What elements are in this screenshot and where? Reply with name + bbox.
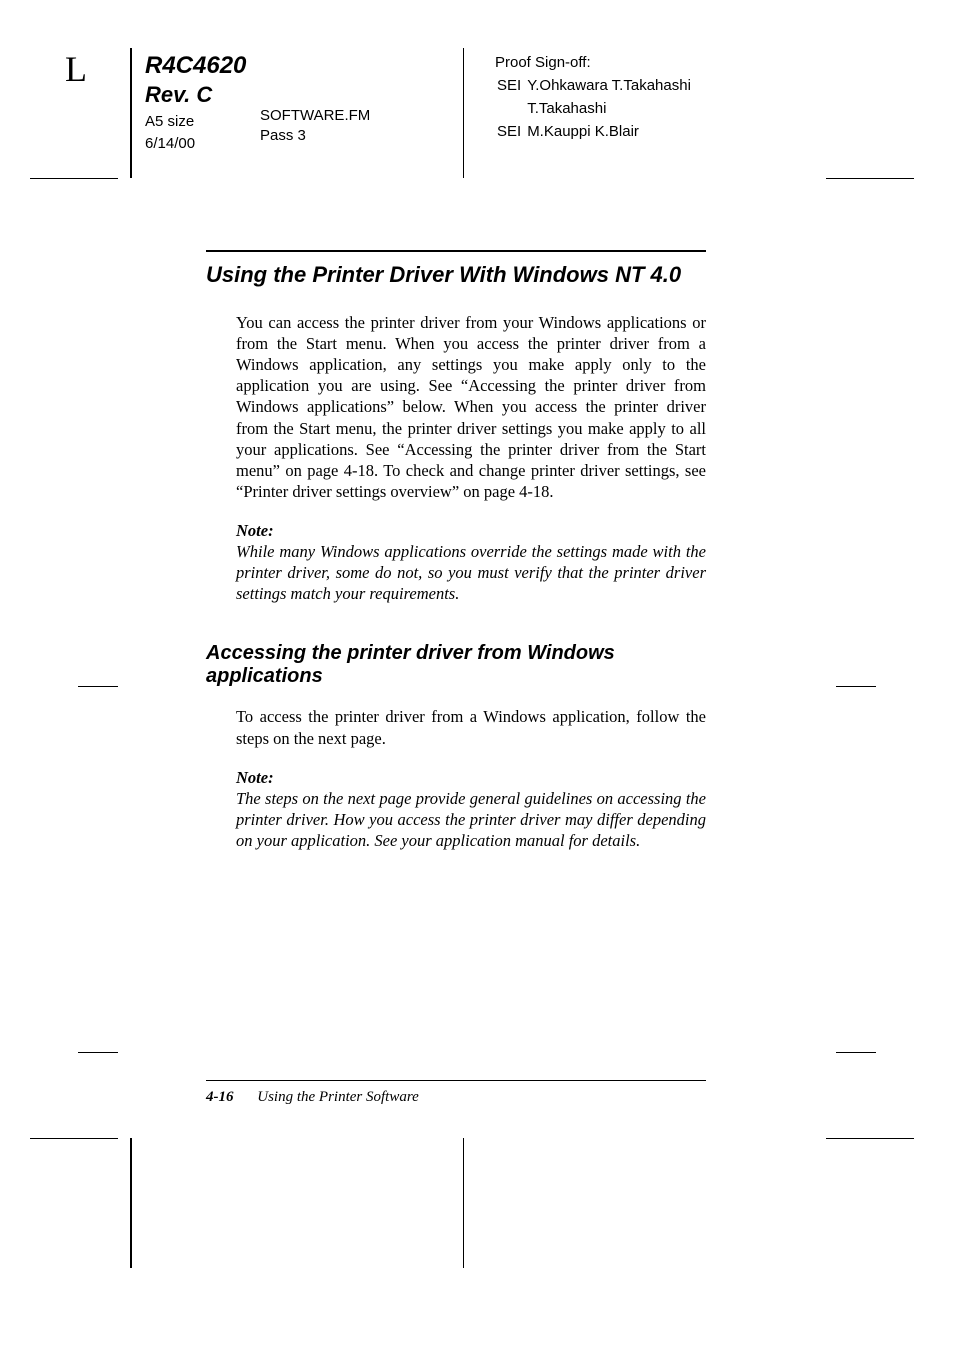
footer-rule (206, 1080, 706, 1081)
proof-row3-b: M.Kauppi K.Blair (527, 121, 695, 142)
crop-mark (836, 1052, 876, 1053)
footer-divider-left (130, 1138, 132, 1268)
note-label: Note: (236, 767, 706, 788)
footer: 4-16 Using the Printer Software (206, 1080, 706, 1106)
section-title: Using the Printer Driver With Windows NT… (206, 262, 706, 288)
doc-number: R4C4620 (145, 50, 246, 82)
crop-mark (78, 686, 118, 687)
crop-mark (826, 178, 914, 179)
note-text: While many Windows applications override… (236, 541, 706, 604)
footer-divider-mid (463, 1138, 464, 1268)
crop-mark (826, 1138, 914, 1139)
crop-mark (30, 178, 118, 179)
page-number: 4-16 (206, 1089, 234, 1105)
subsection-title: Accessing the printer driver from Window… (206, 642, 706, 688)
proof-row1-b: Y.Ohkawara T.Takahashi (527, 75, 695, 96)
proof-row3-a: SEI (497, 121, 525, 142)
header-file-block: SOFTWARE.FM Pass 3 (260, 106, 370, 147)
content-area: Using the Printer Driver With Windows NT… (206, 250, 706, 851)
body-paragraph: To access the printer driver from a Wind… (236, 706, 706, 748)
header-left-block: R4C4620 Rev. C A5 size 6/14/00 (145, 50, 246, 155)
proof-row2-b: T.Takahashi (527, 98, 695, 119)
doc-date: 6/14/00 (145, 134, 246, 154)
crop-mark (78, 1052, 118, 1053)
crop-mark (836, 686, 876, 687)
header-divider-left (130, 48, 132, 178)
proof-label: Proof Sign-off: (495, 52, 697, 73)
note-text: The steps on the next page provide gener… (236, 788, 706, 851)
doc-size: A5 size (145, 112, 246, 132)
heading-rule (206, 250, 706, 252)
doc-pass: Pass 3 (260, 126, 370, 146)
header-proof-block: Proof Sign-off: SEI Y.Ohkawara T.Takahas… (495, 52, 697, 144)
doc-file: SOFTWARE.FM (260, 106, 370, 126)
crop-mark (30, 1138, 118, 1139)
doc-revision: Rev. C (145, 80, 246, 110)
proof-row1-a: SEI (497, 75, 525, 96)
note-label: Note: (236, 520, 706, 541)
page-side-mark: L (65, 48, 87, 90)
footer-chapter: Using the Printer Software (257, 1089, 419, 1105)
header-divider-mid (463, 48, 464, 178)
body-paragraph: You can access the printer driver from y… (236, 312, 706, 502)
